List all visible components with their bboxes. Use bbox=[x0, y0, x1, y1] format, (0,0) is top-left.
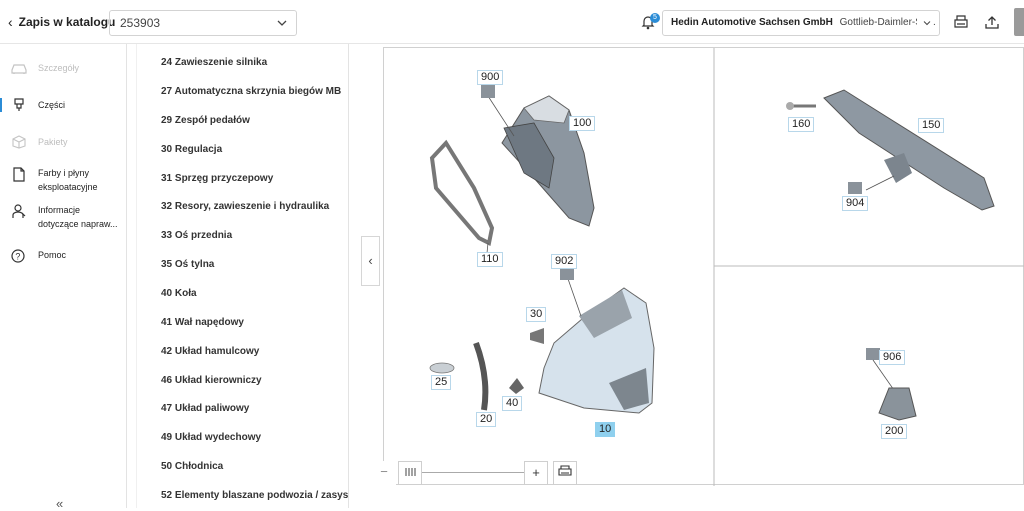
callout-10[interactable]: 10 bbox=[595, 422, 616, 437]
zoom-slider-handle[interactable] bbox=[398, 461, 422, 485]
print-diagram-button[interactable] bbox=[553, 461, 577, 485]
nav-item-label: Pomoc bbox=[38, 250, 67, 260]
vin-value: 253903 bbox=[120, 16, 161, 30]
printer-icon[interactable] bbox=[953, 14, 969, 30]
left-navigation: Szczegóły Części Pakiety Farby i płyny e… bbox=[0, 44, 127, 511]
grip-icon bbox=[405, 468, 416, 476]
nav-item-fluids[interactable]: Farby i płyny eksploatacyjne bbox=[0, 166, 127, 194]
notification-badge: 5 bbox=[650, 13, 660, 23]
top-bar: ‹ Zapis w katalogu 253903 5 Hedin Automo… bbox=[0, 0, 1024, 44]
group-item[interactable]: 47 Układ paliwowy bbox=[161, 403, 249, 414]
printer-icon bbox=[558, 465, 572, 476]
group-item[interactable]: 42 Układ hamulcowy bbox=[161, 346, 259, 357]
callout-906[interactable]: 906 bbox=[879, 350, 906, 365]
group-item[interactable]: 29 Zespół pedałów bbox=[161, 115, 250, 126]
group-item[interactable]: 49 Układ wydechowy bbox=[161, 432, 261, 443]
callout-160[interactable]: 160 bbox=[788, 117, 815, 132]
nav-item-label: Farby i płyny eksploatacyjne bbox=[38, 168, 98, 192]
car-icon bbox=[11, 64, 27, 74]
chevron-down-icon bbox=[277, 20, 287, 26]
nav-item-repair-info[interactable]: Informacje dotyczące napraw... bbox=[0, 203, 127, 231]
dealer-select[interactable]: Hedin Automotive Sachsen GmbH Gottlieb-D… bbox=[662, 10, 940, 36]
back-label: Zapis w katalogu bbox=[18, 15, 116, 29]
document-icon bbox=[13, 167, 25, 182]
nav-item-label: Informacje dotyczące napraw... bbox=[38, 205, 118, 229]
nav-item-parts[interactable]: Części bbox=[0, 98, 127, 112]
collapse-sidebar-button[interactable]: « bbox=[56, 496, 63, 511]
nav-item-details[interactable]: Szczegóły bbox=[0, 61, 127, 75]
callout-150[interactable]: 150 bbox=[918, 118, 945, 133]
callout-110[interactable]: 110 bbox=[477, 252, 503, 267]
box-icon bbox=[12, 135, 26, 149]
nav-item-label: Pakiety bbox=[38, 137, 68, 147]
back-button[interactable]: ‹ Zapis w katalogu bbox=[8, 14, 115, 30]
callout-904[interactable]: 904 bbox=[842, 196, 869, 211]
parts-diagram: 900 100 110 902 30 25 20 40 10 160 150 9… bbox=[383, 47, 1024, 486]
collapse-panel-button[interactable]: ‹ bbox=[361, 236, 380, 286]
mechanic-icon bbox=[12, 204, 26, 218]
piston-icon bbox=[14, 98, 24, 111]
group-item[interactable]: 27 Automatyczna skrzynia biegów MB bbox=[161, 86, 341, 97]
nav-item-label: Części bbox=[38, 100, 66, 110]
nav-item-packages[interactable]: Pakiety bbox=[0, 135, 127, 149]
nav-item-help[interactable]: ? Pomoc bbox=[0, 248, 127, 264]
group-item[interactable]: 32 Resory, zawieszenie i hydraulika bbox=[161, 201, 329, 212]
svg-text:?: ? bbox=[15, 251, 20, 261]
dealer-name: Hedin Automotive Sachsen GmbH bbox=[671, 17, 833, 28]
callout-900[interactable]: 900 bbox=[477, 70, 504, 85]
vin-select[interactable]: 253903 bbox=[109, 10, 297, 36]
callout-30[interactable]: 30 bbox=[526, 307, 547, 322]
callout-100[interactable]: 100 bbox=[569, 116, 596, 131]
callout-20[interactable]: 20 bbox=[476, 412, 497, 427]
group-item[interactable]: 46 Układ kierowniczy bbox=[161, 375, 262, 386]
group-item[interactable]: 35 Oś tylna bbox=[161, 259, 214, 270]
zoom-in-button[interactable]: + bbox=[524, 461, 548, 485]
callout-25[interactable]: 25 bbox=[431, 375, 452, 390]
group-item[interactable]: 33 Oś przednia bbox=[161, 230, 232, 241]
main-group-list: 24 Zawieszenie silnika 27 Automatyczna s… bbox=[136, 44, 349, 508]
chevron-down-icon bbox=[917, 16, 933, 30]
group-item[interactable]: 24 Zawieszenie silnika bbox=[161, 57, 267, 68]
zoom-controls: − + bbox=[372, 461, 577, 485]
upload-icon[interactable] bbox=[984, 14, 1000, 30]
group-item[interactable]: 52 Elementy blaszane podwozia / zasysar bbox=[161, 490, 348, 501]
help-icon: ? bbox=[11, 249, 25, 263]
scroll-handle[interactable] bbox=[1014, 8, 1024, 36]
nav-item-label: Szczegóły bbox=[38, 63, 80, 73]
callout-40[interactable]: 40 bbox=[502, 396, 523, 411]
chevron-left-icon: ‹ bbox=[8, 14, 13, 30]
group-item[interactable]: 31 Sprzęg przyczepowy bbox=[161, 173, 273, 184]
callout-200[interactable]: 200 bbox=[881, 424, 908, 439]
group-item[interactable]: 41 Wał napędowy bbox=[161, 317, 244, 328]
zoom-out-button[interactable]: − bbox=[372, 461, 396, 485]
group-item[interactable]: 40 Koła bbox=[161, 288, 197, 299]
callout-902[interactable]: 902 bbox=[551, 254, 578, 269]
zoom-slider-track[interactable] bbox=[408, 472, 528, 473]
group-item[interactable]: 30 Regulacja bbox=[161, 144, 222, 155]
group-item[interactable]: 50 Chłodnica bbox=[161, 461, 223, 472]
